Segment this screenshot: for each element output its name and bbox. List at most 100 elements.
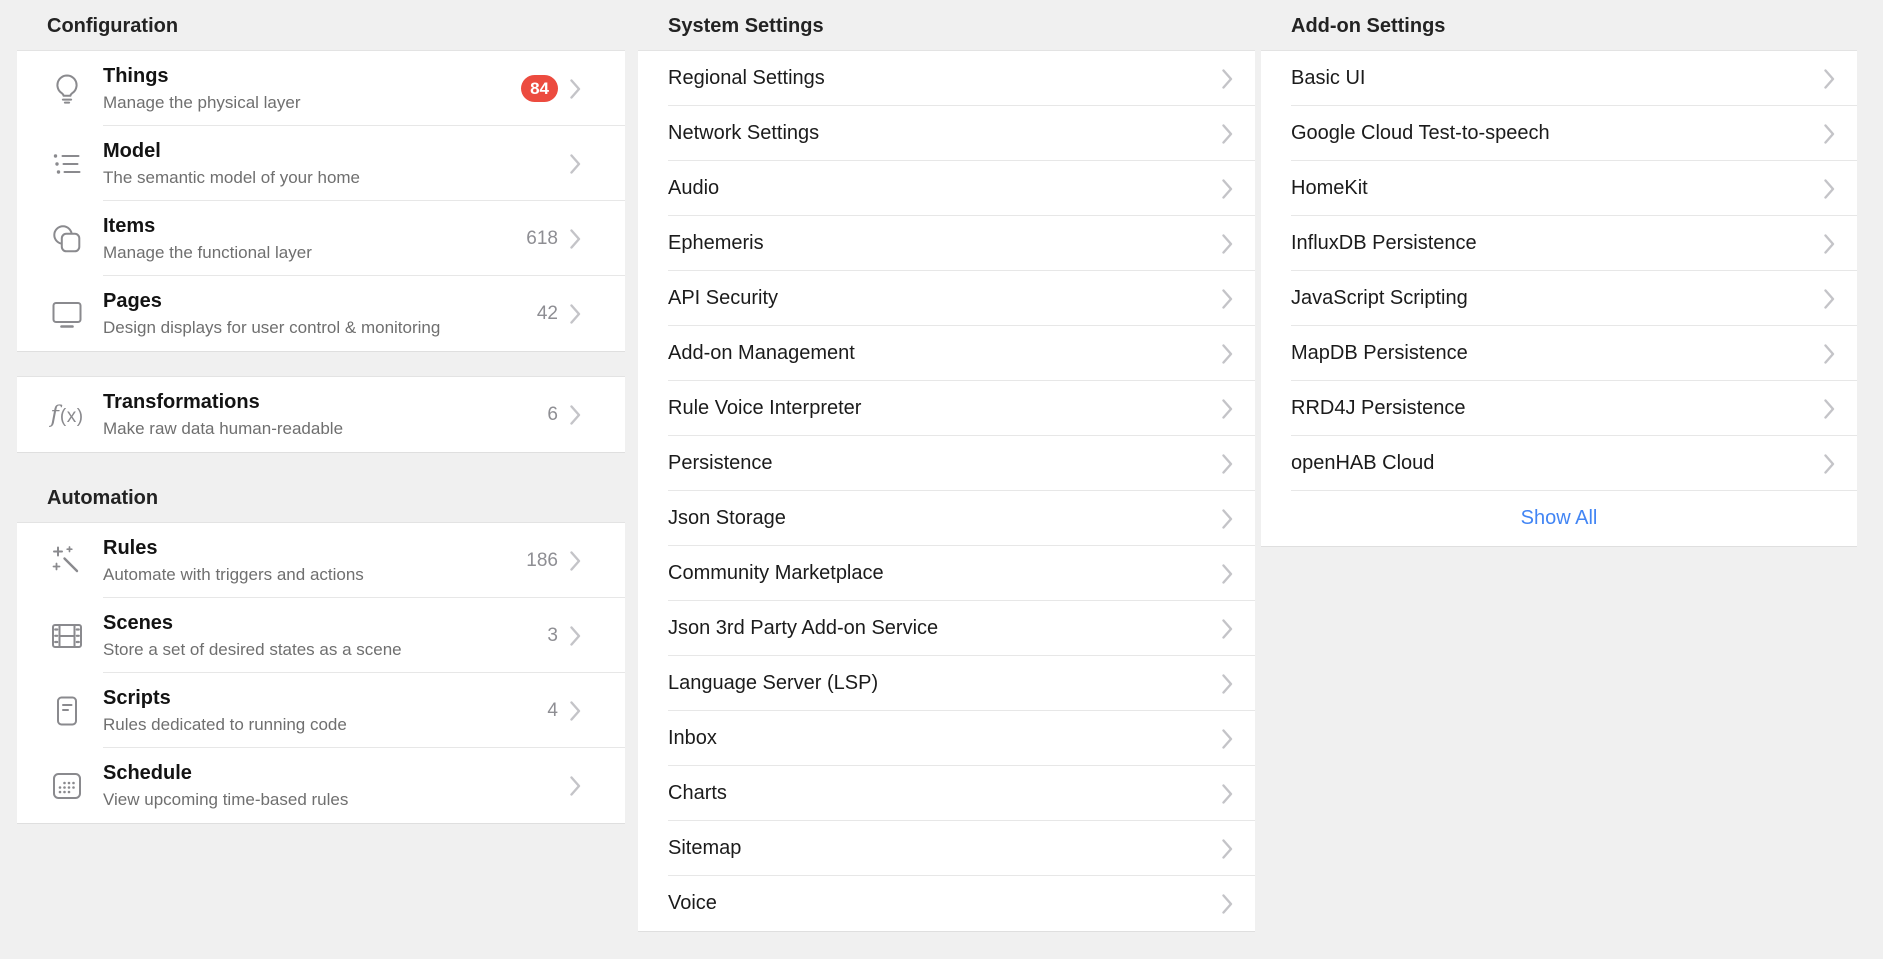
item-after: 84 <box>521 75 603 102</box>
item-label: Basic UI <box>1291 67 1824 90</box>
list-item-javascript-scripting[interactable]: JavaScript Scripting <box>1261 271 1857 326</box>
item-subtitle: Make raw data human-readable <box>103 418 547 439</box>
section-title-addon-settings: Add-on Settings <box>1261 0 1857 51</box>
chevron-right-icon <box>1222 124 1233 144</box>
item-label: openHAB Cloud <box>1291 452 1824 475</box>
list-item-rule-voice-interpreter[interactable]: Rule Voice Interpreter <box>638 381 1255 436</box>
list-item-network-settings[interactable]: Network Settings <box>638 106 1255 161</box>
system-settings-column: System Settings Regional Settings Network… <box>638 0 1255 931</box>
item-title: Scripts <box>103 686 547 710</box>
item-subtitle: The semantic model of your home <box>103 167 570 188</box>
list-item-scripts[interactable]: Scripts Rules dedicated to running code4 <box>17 673 625 748</box>
magic-wand-icon <box>46 544 88 578</box>
list-item-rules[interactable]: RulesAutomate with triggers and actions1… <box>17 523 625 598</box>
list-item-pages[interactable]: PagesDesign displays for user control & … <box>17 276 625 351</box>
item-label: Rule Voice Interpreter <box>668 397 1222 420</box>
chevron-right-icon <box>1222 454 1233 474</box>
item-text: ScenesStore a set of desired states as a… <box>103 611 547 660</box>
list-item-audio[interactable]: Audio <box>638 161 1255 216</box>
item-label: Community Marketplace <box>668 562 1222 585</box>
item-count: 42 <box>537 303 558 325</box>
item-count: 4 <box>547 700 558 722</box>
list-item-homekit[interactable]: HomeKit <box>1261 161 1857 216</box>
chevron-right-icon <box>1824 454 1835 474</box>
item-label: Google Cloud Test-to-speech <box>1291 122 1824 145</box>
item-title: Pages <box>103 289 537 313</box>
list-item-regional-settings[interactable]: Regional Settings <box>638 51 1255 106</box>
list-item-json-storage[interactable]: Json Storage <box>638 491 1255 546</box>
list-item-things[interactable]: Things Manage the physical layer84 <box>17 51 625 126</box>
item-count: 6 <box>547 404 558 426</box>
chevron-right-icon <box>1824 344 1835 364</box>
chevron-right-icon <box>1222 234 1233 254</box>
chevron-right-icon <box>1824 124 1835 144</box>
list-item-language-server-lsp[interactable]: Language Server (LSP) <box>638 656 1255 711</box>
item-subtitle: Rules dedicated to running code <box>103 714 547 735</box>
list-item-scenes[interactable]: ScenesStore a set of desired states as a… <box>17 598 625 673</box>
list-item-rrd4j-persistence[interactable]: RRD4J Persistence <box>1261 381 1857 436</box>
list-item-json-3rd-party-add-on-service[interactable]: Json 3rd Party Add-on Service <box>638 601 1255 656</box>
chevron-right-icon <box>1222 509 1233 529</box>
chevron-right-icon <box>1222 289 1233 309</box>
chevron-right-icon <box>1222 564 1233 584</box>
item-label: JavaScript Scripting <box>1291 287 1824 310</box>
list-item-api-security[interactable]: API Security <box>638 271 1255 326</box>
show-all-button[interactable]: Show All <box>1261 491 1857 546</box>
list-item-voice[interactable]: Voice <box>638 876 1255 931</box>
system-settings-list: Regional Settings Network Settings Audio Ep… <box>638 51 1255 931</box>
item-label: RRD4J Persistence <box>1291 397 1824 420</box>
item-after <box>570 776 603 796</box>
item-title: Things <box>103 64 521 88</box>
item-label: Regional Settings <box>668 67 1222 90</box>
chevron-right-icon <box>1824 179 1835 199</box>
chevron-right-icon <box>570 304 581 324</box>
item-label: InfluxDB Persistence <box>1291 232 1824 255</box>
item-label: Network Settings <box>668 122 1222 145</box>
list-item-basic-ui[interactable]: Basic UI <box>1261 51 1857 106</box>
list-item-items[interactable]: ItemsManage the functional layer618 <box>17 201 625 276</box>
item-after <box>570 154 603 174</box>
list-item-transformations[interactable]: f(x)TransformationsMake raw data human-r… <box>17 377 625 452</box>
item-label: Audio <box>668 177 1222 200</box>
list-item-ephemeris[interactable]: Ephemeris <box>638 216 1255 271</box>
item-after: 4 <box>547 700 603 722</box>
item-label: HomeKit <box>1291 177 1824 200</box>
list-item-openhab-cloud[interactable]: openHAB Cloud <box>1261 436 1857 491</box>
list-item-influxdb-persistence[interactable]: InfluxDB Persistence <box>1261 216 1857 271</box>
list-item-charts[interactable]: Charts <box>638 766 1255 821</box>
list-item-persistence[interactable]: Persistence <box>638 436 1255 491</box>
list-item-community-marketplace[interactable]: Community Marketplace <box>638 546 1255 601</box>
chevron-right-icon <box>570 551 581 571</box>
item-label: Json 3rd Party Add-on Service <box>668 617 1222 640</box>
list-item-add-on-management[interactable]: Add-on Management <box>638 326 1255 381</box>
item-label: Charts <box>668 782 1222 805</box>
item-count: 186 <box>526 550 558 572</box>
item-title: Rules <box>103 536 526 560</box>
item-subtitle: Store a set of desired states as a scene <box>103 639 547 660</box>
item-subtitle: View upcoming time-based rules <box>103 789 570 810</box>
item-count: 618 <box>526 228 558 250</box>
chevron-right-icon <box>570 405 581 425</box>
list-item-schedule[interactable]: ScheduleView upcoming time-based rules <box>17 748 625 823</box>
item-label: Add-on Management <box>668 342 1222 365</box>
section-title-system-settings: System Settings <box>638 0 1255 51</box>
item-text: Things Manage the physical layer <box>103 64 521 113</box>
chevron-right-icon <box>1222 894 1233 914</box>
chevron-right-icon <box>1824 399 1835 419</box>
shapes-icon <box>46 222 88 256</box>
transformations-list: f(x)TransformationsMake raw data human-r… <box>17 377 625 452</box>
section-title-automation: Automation <box>17 472 625 523</box>
list-item-model[interactable]: ModelThe semantic model of your home <box>17 126 625 201</box>
configuration-list: Things Manage the physical layer84 ModelTh… <box>17 51 625 351</box>
item-after: 42 <box>537 303 603 325</box>
item-subtitle: Manage the physical layer <box>103 92 521 113</box>
list-item-sitemap[interactable]: Sitemap <box>638 821 1255 876</box>
list-item-inbox[interactable]: Inbox <box>638 711 1255 766</box>
chevron-right-icon <box>570 79 581 99</box>
addon-settings-list: Basic UI Google Cloud Test-to-speech HomeK… <box>1261 51 1857 546</box>
list-item-mapdb-persistence[interactable]: MapDB Persistence <box>1261 326 1857 381</box>
display-icon <box>46 297 88 331</box>
item-label: Voice <box>668 892 1222 915</box>
list-item-google-cloud-test-to-speech[interactable]: Google Cloud Test-to-speech <box>1261 106 1857 161</box>
chevron-right-icon <box>570 154 581 174</box>
